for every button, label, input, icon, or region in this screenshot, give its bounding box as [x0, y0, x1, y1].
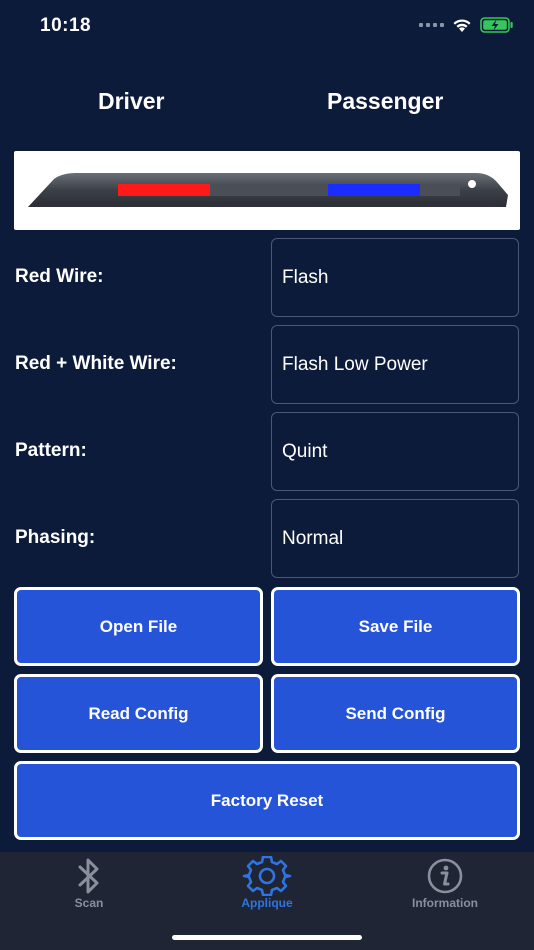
factory-reset-button[interactable]: Factory Reset — [14, 761, 520, 840]
bluetooth-icon — [74, 856, 104, 896]
status-bar: 10:18 — [0, 0, 534, 54]
gear-icon — [241, 856, 293, 896]
lightbar-image — [28, 173, 508, 207]
home-indicator[interactable] — [172, 935, 362, 940]
phasing-select[interactable]: Normal — [271, 499, 519, 578]
tab-information[interactable]: Information — [356, 852, 534, 912]
driver-label: Driver — [98, 88, 165, 114]
cellular-signal-icon — [419, 23, 444, 27]
save-file-button[interactable]: Save File — [271, 587, 520, 666]
left-red-light — [118, 184, 210, 196]
tab-applique[interactable]: Applique — [178, 852, 356, 912]
send-config-button[interactable]: Send Config — [271, 674, 520, 753]
pattern-label: Pattern: — [15, 440, 87, 461]
lightbar-preview — [14, 151, 520, 230]
open-file-button[interactable]: Open File — [14, 587, 263, 666]
read-config-button[interactable]: Read Config — [14, 674, 263, 753]
tab-information-label: Information — [412, 896, 478, 910]
phasing-value: Normal — [282, 527, 344, 549]
red-white-wire-value: Flash Low Power — [282, 353, 428, 375]
status-icons — [419, 17, 514, 33]
red-wire-label: Red Wire: — [15, 266, 104, 287]
info-icon — [425, 856, 465, 896]
wifi-icon — [453, 18, 471, 32]
tab-applique-label: Applique — [241, 896, 293, 910]
side-headers: Driver Passenger — [0, 88, 534, 122]
pattern-value: Quint — [282, 440, 328, 462]
tab-scan[interactable]: Scan — [0, 852, 178, 912]
red-white-wire-select[interactable]: Flash Low Power — [271, 325, 519, 404]
right-blue-light — [328, 184, 420, 196]
phasing-label: Phasing: — [15, 527, 96, 548]
red-wire-select[interactable]: Flash — [271, 238, 519, 317]
battery-charging-icon — [480, 17, 513, 33]
pattern-select[interactable]: Quint — [271, 412, 519, 491]
red-white-wire-label: Red + White Wire: — [15, 353, 177, 374]
tab-scan-label: Scan — [74, 896, 104, 910]
red-wire-value: Flash — [282, 266, 329, 288]
passenger-label: Passenger — [327, 88, 444, 114]
status-time: 10:18 — [40, 15, 92, 36]
